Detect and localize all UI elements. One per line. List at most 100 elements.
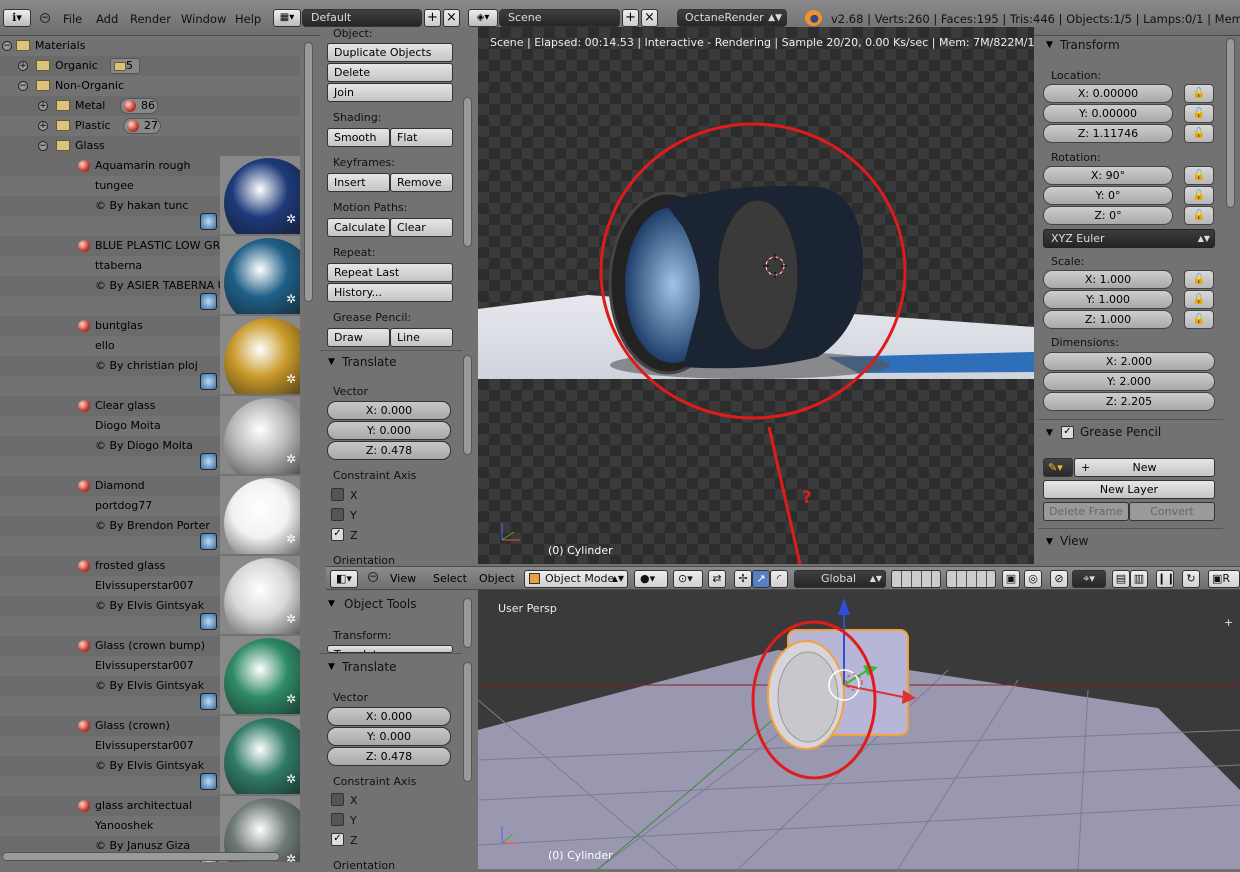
material-preview-icon[interactable] — [200, 373, 217, 390]
pause-icon[interactable]: ❙❙ — [1156, 570, 1175, 588]
properties-scrollbar[interactable] — [1226, 38, 1235, 208]
convert-button[interactable]: Convert — [1129, 502, 1215, 521]
scale-z-field[interactable]: Z: 1.000 — [1043, 310, 1173, 329]
redo-panel-scrollbar[interactable] — [463, 355, 472, 455]
menu-add[interactable]: Add — [96, 12, 118, 26]
tree-row-metal[interactable]: + Metal 86 — [0, 96, 300, 116]
outliner-horizontal-scrollbar[interactable] — [2, 852, 280, 861]
material-preview-icon[interactable] — [200, 533, 217, 550]
render-animation-icon[interactable]: ▥ — [1130, 570, 1148, 588]
material-preview-icon[interactable] — [200, 453, 217, 470]
snap-element-dropdown[interactable]: ⌖▾ — [1072, 570, 1106, 588]
material-preview-icon[interactable] — [200, 693, 217, 710]
vector-x-field[interactable]: X: 0.000 — [327, 401, 451, 420]
new-layer-button[interactable]: New Layer — [1043, 480, 1215, 499]
add-scene-button[interactable]: + — [622, 9, 639, 27]
translate-manipulator-button[interactable]: ✢ — [734, 570, 752, 588]
constraint-x-checkbox[interactable] — [331, 793, 344, 806]
delete-button[interactable]: Delete — [327, 63, 453, 82]
menu-select[interactable]: Select — [433, 572, 467, 585]
material-preview-icon[interactable] — [200, 773, 217, 790]
panel-collapse-icon[interactable]: ▼ — [1046, 428, 1053, 438]
refresh-icon[interactable]: ↻ — [1182, 570, 1200, 588]
material-thumbnail[interactable]: ✲ — [220, 236, 300, 314]
tree-row-organic[interactable]: + Organic 5 — [0, 56, 300, 76]
material-thumbnail[interactable]: ✲ — [220, 476, 300, 554]
octane-render-viewport[interactable]: Scene | Elapsed: 00:14.53 | Interactive … — [478, 27, 1034, 564]
remove-keyframe-button[interactable]: Remove — [390, 173, 453, 192]
collapse-menu-icon[interactable]: − — [368, 572, 378, 582]
insert-keyframe-button[interactable]: Insert — [327, 173, 390, 192]
smooth-button[interactable]: Smooth — [327, 128, 390, 147]
vector-z-field[interactable]: Z: 0.478 — [327, 441, 451, 460]
expand-icon[interactable]: + — [38, 101, 48, 111]
layer-buttons-2[interactable] — [946, 570, 996, 588]
layout-selector-icon[interactable]: ▦▾ — [273, 9, 301, 27]
lock-scale-x-icon[interactable]: 🔓 — [1184, 270, 1214, 289]
material-thumbnail[interactable]: ✲ — [220, 156, 300, 234]
material-thumbnail[interactable]: ✲ — [220, 396, 300, 474]
menu-object[interactable]: Object — [479, 572, 515, 585]
rotation-mode-dropdown[interactable]: XYZ Euler ▲▼ — [1043, 229, 1215, 248]
grease-pencil-selector[interactable]: ✎▾ — [1043, 458, 1073, 477]
mode-dropdown[interactable]: Object Mode ▲▼ — [524, 570, 628, 588]
tree-row-glass[interactable]: − Glass — [0, 136, 300, 156]
draw-button[interactable]: Draw — [327, 328, 390, 347]
new-grease-pencil-button[interactable]: + New — [1074, 458, 1215, 477]
scene-selector-icon[interactable]: ◈▾ — [468, 9, 498, 27]
lock-rotation-z-icon[interactable]: 🔓 — [1184, 206, 1214, 225]
scene-name-field[interactable]: Scene — [499, 9, 620, 27]
layer-buttons-1[interactable] — [891, 570, 941, 588]
lock-location-z-icon[interactable]: 🔓 — [1184, 124, 1214, 143]
expand-icon[interactable]: + — [38, 121, 48, 131]
constraint-y-checkbox[interactable] — [331, 508, 344, 521]
material-thumbnail[interactable]: ✲ — [220, 636, 300, 714]
clear-button[interactable]: Clear — [390, 218, 453, 237]
tree-row-materials[interactable]: − Materials — [0, 36, 300, 56]
collapse-menu-icon[interactable]: − — [40, 13, 50, 23]
dimension-y-field[interactable]: Y: 2.000 — [1043, 372, 1215, 391]
redo-panel-scrollbar[interactable] — [463, 662, 472, 782]
scale-x-field[interactable]: X: 1.000 — [1043, 270, 1173, 289]
line-button[interactable]: Line — [390, 328, 453, 347]
location-x-field[interactable]: X: 0.00000 — [1043, 84, 1173, 103]
info-editor-icon[interactable]: ℹ▾ — [3, 9, 31, 27]
proportional-edit-icon[interactable]: ◎ — [1024, 570, 1042, 588]
rotation-y-field[interactable]: Y: 0° — [1043, 186, 1173, 205]
rotation-x-field[interactable]: X: 90° — [1043, 166, 1173, 185]
location-y-field[interactable]: Y: 0.00000 — [1043, 104, 1173, 123]
material-preview-icon[interactable] — [200, 613, 217, 630]
panel-collapse-icon[interactable]: ▼ — [328, 599, 335, 609]
delete-frame-button[interactable]: Delete Frame — [1043, 502, 1129, 521]
render-overflow-button[interactable]: ▣R — [1208, 570, 1240, 588]
constraint-z-checkbox[interactable]: ✓ — [331, 833, 344, 846]
lock-scale-z-icon[interactable]: 🔓 — [1184, 310, 1214, 329]
menu-render[interactable]: Render — [130, 12, 171, 26]
dimension-x-field[interactable]: X: 2.000 — [1043, 352, 1215, 371]
material-thumbnail[interactable]: ✲ — [220, 716, 300, 794]
menu-view[interactable]: View — [390, 572, 416, 585]
rotation-z-field[interactable]: Z: 0° — [1043, 206, 1173, 225]
translate-tool-button[interactable]: Translate — [327, 645, 453, 653]
constraint-y-checkbox[interactable] — [331, 813, 344, 826]
menu-help[interactable]: Help — [235, 12, 261, 26]
tool-shelf-scrollbar[interactable] — [463, 598, 472, 648]
history-button[interactable]: History... — [327, 283, 453, 302]
remove-scene-button[interactable]: × — [641, 9, 658, 27]
transform-orientation-dropdown[interactable]: Global ▲▼ — [794, 570, 886, 588]
layout-name-field[interactable]: Default — [302, 9, 422, 27]
lock-rotation-y-icon[interactable]: 🔓 — [1184, 186, 1214, 205]
vector-z-field[interactable]: Z: 0.478 — [327, 747, 451, 766]
constraint-x-checkbox[interactable] — [331, 488, 344, 501]
scale-manipulator-button[interactable]: ◜ — [770, 570, 788, 588]
lock-scale-y-icon[interactable]: 🔓 — [1184, 290, 1214, 309]
material-preview-icon[interactable] — [200, 213, 217, 230]
vector-x-field[interactable]: X: 0.000 — [327, 707, 451, 726]
panel-collapse-icon[interactable]: ▼ — [328, 357, 335, 367]
collapse-icon[interactable]: − — [18, 81, 28, 91]
collapse-icon[interactable]: − — [38, 141, 48, 151]
material-preview-icon[interactable] — [200, 293, 217, 310]
lock-location-x-icon[interactable]: 🔓 — [1184, 84, 1214, 103]
join-button[interactable]: Join — [327, 83, 453, 102]
lock-location-y-icon[interactable]: 🔓 — [1184, 104, 1214, 123]
